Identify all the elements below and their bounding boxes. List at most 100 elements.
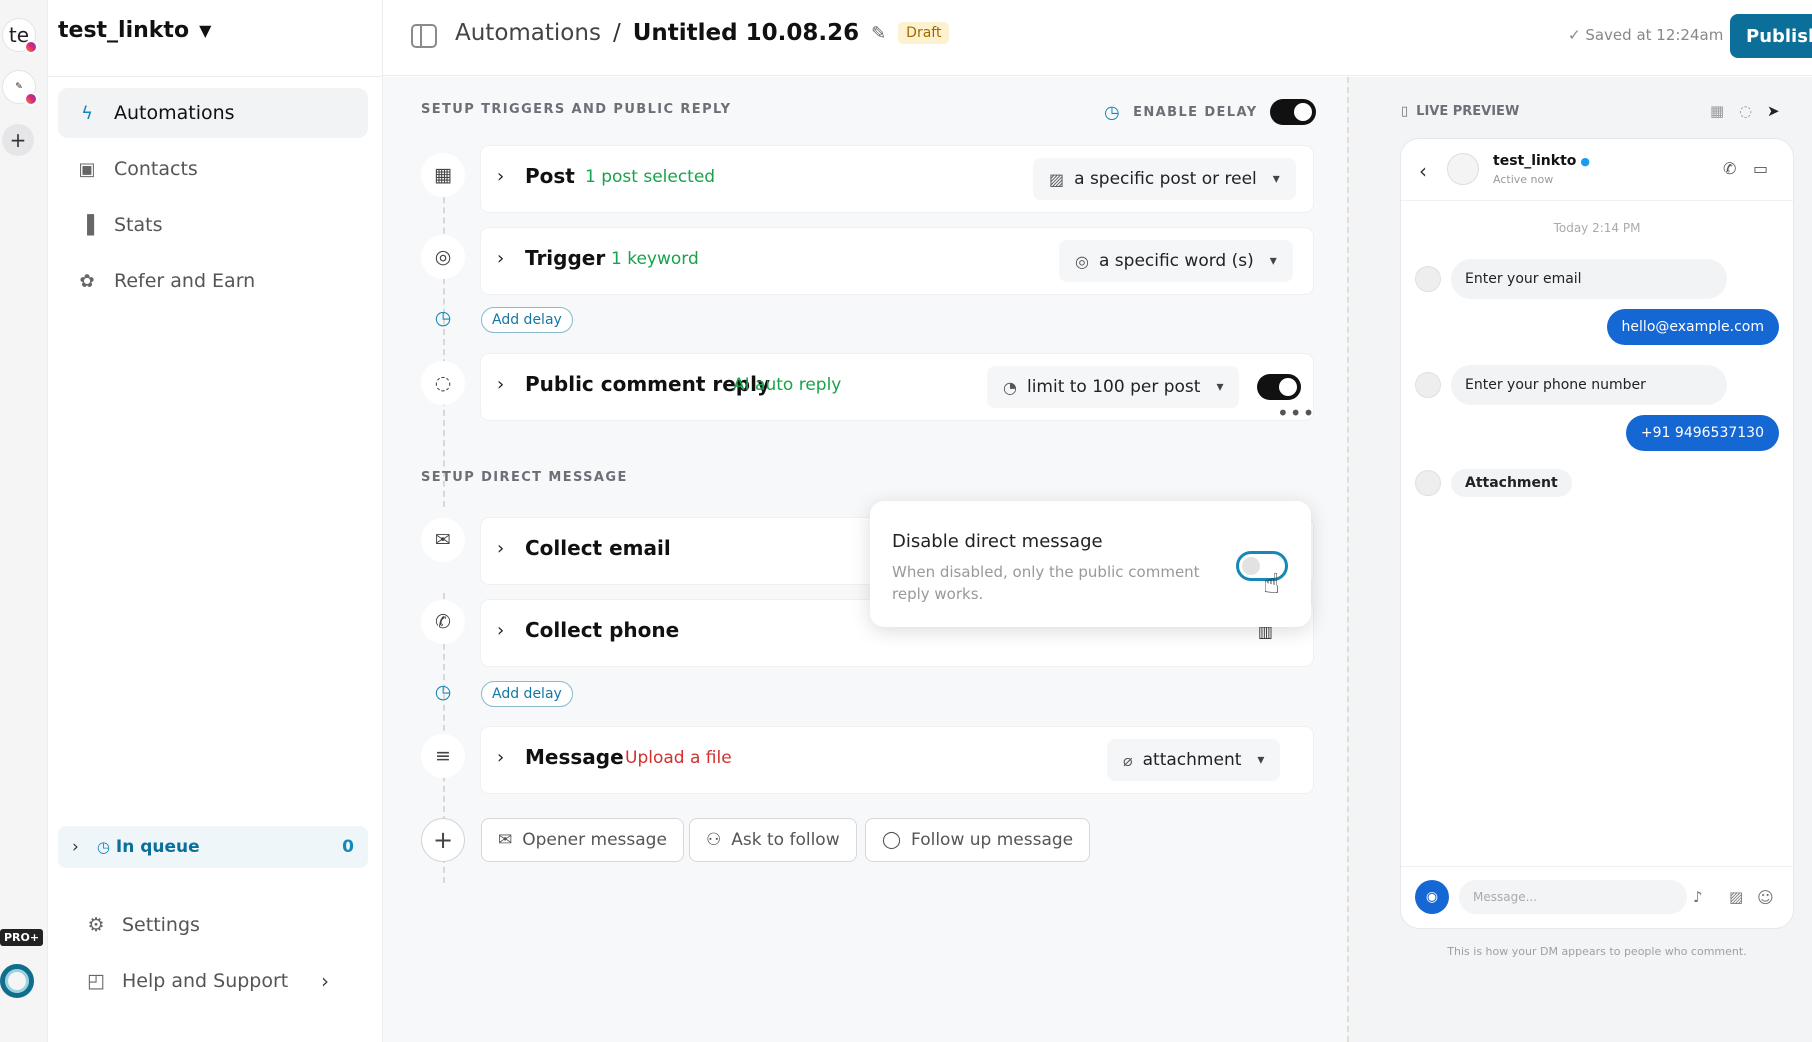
post-card-title: Post	[525, 164, 575, 188]
popover-description: When disabled, only the public comment r…	[892, 563, 1200, 603]
chat-bubble-icon: ◯	[882, 830, 902, 850]
incoming-message: Enter your email	[1451, 259, 1727, 299]
chevron-down-icon: ▾	[1257, 752, 1265, 768]
emoji-icon[interactable]: ☺	[1757, 888, 1774, 907]
chevron-down-icon: ▾	[1216, 379, 1224, 395]
reply-limit-select[interactable]: ◔ limit to 100 per post ▾	[987, 366, 1240, 408]
sidebar-item-refer-and-earn[interactable]: ✿ Refer and Earn	[58, 256, 368, 306]
collect-email-title: Collect email	[525, 536, 671, 560]
follow-up-message-button[interactable]: ◯ Follow up message	[865, 818, 1091, 862]
add-delay-button[interactable]: Add delay	[481, 307, 573, 333]
sidebar-item-automations[interactable]: ϟ Automations	[58, 88, 368, 138]
contact-name-text: test_linkto	[1493, 153, 1577, 169]
account-avatar-test-linkto[interactable]: te	[2, 18, 38, 54]
enable-delay-toggle[interactable]	[1269, 99, 1316, 125]
chevron-right-icon: ›	[497, 166, 505, 187]
image-icon[interactable]: ▨	[1729, 888, 1743, 906]
public-reply-card-status: AI auto reply	[733, 375, 842, 395]
opener-message-button[interactable]: ✉ Opener message	[481, 818, 684, 862]
public-reply-card[interactable]: › Public comment reply AI auto reply ◔ l…	[481, 354, 1313, 420]
chat-status: Active now	[1493, 173, 1554, 186]
post-card-status: 1 post selected	[585, 167, 716, 187]
help-icon: ◰	[87, 970, 105, 992]
caret-down-icon: ▼	[199, 21, 212, 40]
post-type-select[interactable]: ▨ a specific post or reel ▾	[1033, 158, 1296, 200]
more-options-icon[interactable]: •••	[1277, 401, 1315, 425]
microphone-icon[interactable]: ♪	[1693, 888, 1703, 906]
breadcrumb: Automations / Untitled 10.08.26 ✎ Draft	[455, 20, 950, 46]
stats-icon: ▐	[80, 214, 94, 236]
instagram-icon	[24, 40, 38, 54]
breadcrumb-automations[interactable]: Automations	[455, 20, 601, 46]
sidebar-item-contacts[interactable]: ▣ Contacts	[58, 144, 368, 194]
section-heading-triggers: SETUP TRIGGERS AND PUBLIC REPLY	[421, 102, 732, 117]
trigger-card[interactable]: › Trigger 1 keyword ◎ a specific word (s…	[481, 228, 1313, 294]
chat-timestamp: Today 2:14 PM	[1553, 221, 1641, 235]
instagram-icon	[24, 92, 38, 106]
chevron-down-icon: ▾	[1272, 171, 1280, 187]
disable-dm-toggle[interactable]	[1236, 551, 1288, 581]
account-rail: te ✎ + PRO+	[0, 0, 48, 1042]
chevron-down-icon: ▾	[1269, 253, 1277, 269]
divider	[1401, 866, 1793, 867]
message-input[interactable]: Message...	[1459, 880, 1687, 914]
grid-icon: ▦	[421, 153, 465, 197]
help-and-support-link[interactable]: ◰ Help and Support ›	[84, 969, 329, 993]
settings-link[interactable]: ⚙ Settings	[84, 914, 199, 936]
chevron-right-icon: ›	[497, 747, 505, 768]
chip-label: Ask to follow	[731, 830, 840, 850]
user-plus-icon: ⚇	[706, 830, 722, 850]
ask-to-follow-button[interactable]: ⚇ Ask to follow	[689, 818, 857, 862]
chat-contact-name: test_linkto ●	[1493, 153, 1590, 169]
trigger-type-select[interactable]: ◎ a specific word (s) ▾	[1059, 240, 1293, 282]
in-queue-panel[interactable]: › ◷ In queue 0	[58, 826, 368, 868]
add-delay-button[interactable]: Add delay	[481, 681, 573, 707]
automation-editor: SETUP TRIGGERS AND PUBLIC REPLY ◷ ENABLE…	[383, 77, 1347, 1042]
panel-toggle-icon[interactable]	[411, 24, 437, 48]
chevron-right-icon: ›	[497, 620, 505, 641]
sidebar-item-stats[interactable]: ▐ Stats	[58, 200, 368, 250]
video-icon[interactable]: ▭	[1753, 159, 1768, 178]
popover-title: Disable direct message	[892, 531, 1103, 552]
verified-icon: ●	[1580, 155, 1591, 168]
add-account-button[interactable]: +	[2, 124, 34, 156]
send-icon[interactable]: ➤	[1767, 102, 1780, 120]
enable-delay-control: ◷ ENABLE DELAY	[1104, 99, 1316, 125]
chevron-right-icon: ›	[72, 837, 79, 857]
enable-delay-label: ENABLE DELAY	[1133, 104, 1258, 120]
add-step-button[interactable]: +	[421, 818, 465, 862]
comment-view-icon[interactable]: ◌	[1739, 102, 1752, 120]
publish-button[interactable]: Publish	[1730, 14, 1812, 58]
message-type-select[interactable]: ⌀ attachment ▾	[1107, 739, 1281, 781]
disable-dm-popover: Disable direct message When disabled, on…	[870, 501, 1311, 627]
sidebar: test_linkto ▼ ϟ Automations ▣ Contacts ▐…	[48, 0, 383, 1042]
camera-icon[interactable]: ◉	[1415, 880, 1449, 914]
message-card[interactable]: › Message Upload a file ⌀ attachment ▾	[481, 727, 1313, 793]
public-reply-toggle[interactable]	[1257, 374, 1301, 400]
gauge-icon: ◔	[1003, 377, 1017, 397]
top-bar: Automations / Untitled 10.08.26 ✎ Draft …	[383, 0, 1812, 76]
back-icon[interactable]: ‹	[1419, 159, 1427, 183]
sidebar-item-label: Contacts	[114, 158, 198, 180]
account-switcher[interactable]: test_linkto ▼	[58, 18, 211, 43]
target-icon: ◎	[421, 235, 465, 279]
sidebar-item-label: Automations	[114, 102, 235, 124]
help-label: Help and Support	[122, 970, 289, 992]
live-preview-title: LIVE PREVIEW	[1416, 104, 1520, 119]
comment-bubble-icon: ◌	[421, 361, 465, 405]
grid-view-icon[interactable]: ▦	[1710, 102, 1724, 120]
progress-ring-icon[interactable]	[0, 964, 34, 998]
incoming-message: Enter your phone number	[1451, 365, 1727, 405]
bolt-icon: ϟ	[81, 102, 93, 124]
post-card[interactable]: › Post 1 post selected ▨ a specific post…	[481, 146, 1313, 212]
pencil-icon[interactable]: ✎	[871, 23, 886, 44]
outgoing-message: hello@example.com	[1606, 309, 1779, 345]
avatar	[1415, 266, 1441, 292]
outgoing-message: +91 9496537130	[1625, 415, 1779, 451]
phone-icon[interactable]: ✆	[1723, 159, 1736, 178]
sidebar-item-label: Refer and Earn	[114, 270, 256, 292]
account-avatar-secondary[interactable]: ✎	[2, 70, 38, 106]
status-badge: Draft	[898, 22, 950, 44]
app-root: te ✎ + PRO+ test_linkto ▼ ϟ Automations …	[0, 0, 1812, 1042]
message-card-status: Upload a file	[625, 748, 732, 768]
